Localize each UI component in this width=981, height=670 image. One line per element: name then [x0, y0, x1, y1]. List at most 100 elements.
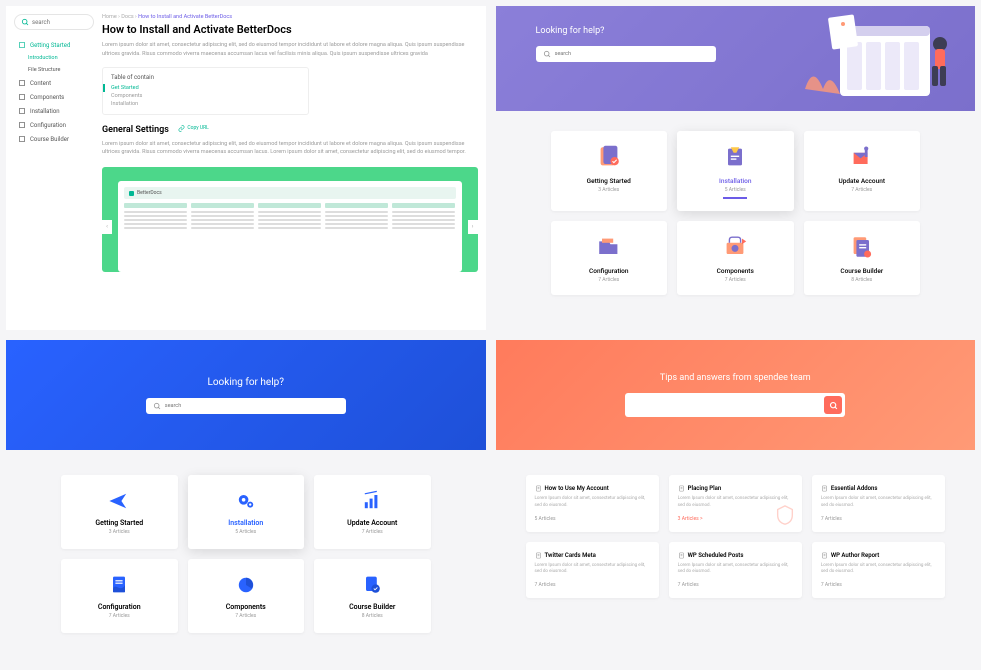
category-card[interactable]: Components7 Articles [677, 221, 794, 295]
search-box[interactable] [146, 398, 346, 414]
search-input[interactable] [628, 400, 820, 410]
breadcrumb: Home › Docs › How to Install and Activat… [102, 14, 478, 20]
prev-arrow[interactable]: ‹ [102, 220, 112, 234]
layout-purple: Looking for help? Getting Started3 Artic… [496, 6, 976, 330]
shield-icon [774, 504, 796, 526]
search-icon [543, 50, 551, 58]
card-title: Update Account [322, 519, 423, 527]
nav-sub-filestructure[interactable]: File Structure [14, 64, 94, 76]
layout-orange: Tips and answers from spendee team How t… [496, 340, 976, 664]
card-title: Configuration [69, 603, 170, 611]
search-button[interactable] [824, 396, 842, 414]
file-icon [821, 485, 828, 492]
card-icon [234, 573, 258, 597]
article-card[interactable]: WP Scheduled PostsLorem Ipsum dolor sit … [669, 542, 802, 599]
page-title: How to Install and Activate BetterDocs [102, 23, 478, 36]
next-arrow[interactable]: › [468, 220, 478, 234]
toc-item[interactable]: Installation [111, 100, 300, 108]
nav-installation[interactable]: Installation [14, 104, 94, 118]
card-title: Placing Plan [678, 485, 793, 492]
search-input[interactable] [32, 19, 87, 26]
screenshot-image: ‹ › BetterDocs [102, 167, 478, 272]
card-count: 5 Articles [685, 187, 786, 193]
cards-grid: How to Use My Account Lorem Ipsum dolor s… [496, 450, 976, 623]
card-count: 7 Articles [69, 613, 170, 619]
card-count: 8 Articles [322, 613, 423, 619]
nav-list: Getting Started Introduction File Struct… [14, 38, 94, 146]
card-count: 8 Articles [812, 277, 913, 283]
category-card[interactable]: Installation 5 Articles [677, 131, 794, 211]
hero-title: Looking for help? [207, 377, 284, 388]
category-card[interactable]: Configuration 7 Articles [61, 559, 178, 633]
article-card[interactable]: Twitter Cards MetaLorem Ipsum dolor sit … [526, 542, 659, 599]
card-count: 5 Articles [535, 516, 650, 522]
nav-components[interactable]: Components [14, 90, 94, 104]
search-input[interactable] [555, 51, 709, 57]
nav-sub-introduction[interactable]: Introduction [14, 52, 94, 64]
section-heading: General Settings [102, 125, 169, 135]
cards-grid: Getting Started 3 Articles Installation 5 A… [6, 450, 486, 658]
nav-configuration[interactable]: Configuration [14, 118, 94, 132]
card-title: How to Use My Account [535, 485, 650, 492]
search-icon [829, 401, 838, 410]
toc-title: Table of contain [111, 74, 300, 81]
card-title: Course Builder [812, 267, 913, 275]
card-body: Lorem Ipsum dolor sit amet, consectetur … [535, 496, 650, 510]
hero-title: Tips and answers from spendee team [660, 373, 811, 383]
card-count: 7 Articles [821, 516, 936, 522]
category-card[interactable]: Configuration7 Articles [551, 221, 668, 295]
card-title: Components [196, 603, 297, 611]
card-count: 3 Articles [69, 529, 170, 535]
hero: Tips and answers from spendee team [496, 340, 976, 450]
card-title: Update Account [812, 177, 913, 185]
card-title: Installation [685, 177, 786, 185]
search-input[interactable] [165, 403, 339, 409]
category-card[interactable]: Course Builder8 Articles [314, 559, 431, 633]
toc-item[interactable]: Components [111, 92, 300, 100]
file-icon [821, 552, 828, 559]
main-content: Home › Docs › How to Install and Activat… [102, 14, 478, 322]
card-icon [721, 143, 749, 171]
copy-url-button[interactable]: Copy URL [178, 125, 209, 132]
card-count: 5 Articles [196, 529, 297, 535]
card-count: 7 Articles [678, 582, 793, 588]
crumb-docs[interactable]: Docs [121, 14, 133, 20]
crumb-home[interactable]: Home [102, 14, 117, 20]
card-body: Lorem Ipsum dolor sit amet, consectetur … [821, 496, 936, 510]
article-card[interactable]: Essential AddonsLorem Ipsum dolor sit am… [812, 475, 945, 532]
body-text: Lorem ipsum dolor sit amet, consectetur … [102, 41, 478, 59]
search-box[interactable] [625, 393, 845, 417]
search-box[interactable] [536, 46, 716, 62]
category-card[interactable]: Getting Started 3 Articles [61, 475, 178, 549]
search-box[interactable] [14, 14, 94, 30]
article-card[interactable]: How to Use My Account Lorem Ipsum dolor s… [526, 475, 659, 532]
nav-getting-started[interactable]: Getting Started [14, 38, 94, 52]
card-icon [107, 573, 131, 597]
card-icon [107, 489, 131, 513]
article-card[interactable]: Placing PlanLorem Ipsum dolor sit amet, … [669, 475, 802, 532]
hero-illustration [805, 14, 955, 104]
category-card[interactable]: Update Account7 Articles [804, 131, 921, 211]
category-card[interactable]: Installation 5 Articles [188, 475, 305, 549]
card-title: Installation [196, 519, 297, 527]
card-icon [234, 489, 258, 513]
category-card[interactable]: Course Builder 8 Articles [804, 221, 921, 295]
category-card[interactable]: Getting Started3 Articles [551, 131, 668, 211]
hero: Looking for help? [496, 6, 976, 111]
nav-coursebuilder[interactable]: Course Builder [14, 132, 94, 146]
card-count: 7 Articles [559, 277, 660, 283]
category-card[interactable]: Components7 Articles [188, 559, 305, 633]
crumb-current: How to Install and Activate BetterDocs [138, 14, 232, 20]
toc-item[interactable]: Get Started [103, 84, 300, 92]
nav-content[interactable]: Content [14, 76, 94, 90]
layout-blue: Looking for help? Getting Started 3 Artic… [6, 340, 486, 664]
card-icon [848, 143, 876, 171]
category-card[interactable]: Update Account 7 Articles [314, 475, 431, 549]
card-title: Getting Started [69, 519, 170, 527]
card-count: 3 Articles [559, 187, 660, 193]
file-icon [678, 552, 685, 559]
link-icon [178, 125, 185, 132]
card-icon [721, 233, 749, 261]
card-count: 7 Articles [322, 529, 423, 535]
article-card[interactable]: WP Author ReportLorem Ipsum dolor sit am… [812, 542, 945, 599]
